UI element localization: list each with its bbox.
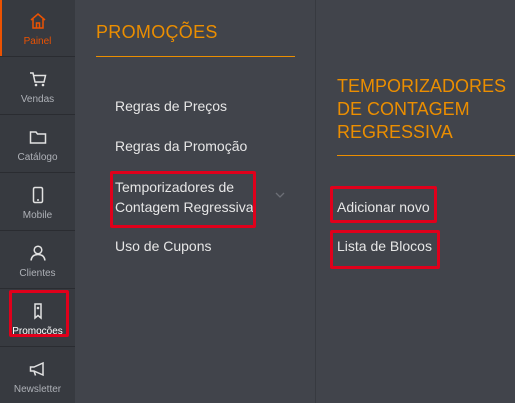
- sidebar-item-label: Newsletter: [13, 384, 62, 395]
- menu-item-coupon-usage[interactable]: Uso de Cupons: [115, 236, 212, 256]
- cart-icon: [29, 72, 46, 87]
- sidebar-item-label: Mobile: [22, 210, 53, 221]
- panel-title: PROMOÇÕES: [96, 22, 218, 42]
- sidebar-item-newsletter[interactable]: Newsletter: [0, 348, 75, 403]
- highlight-box: [330, 186, 437, 223]
- highlight-box: [330, 230, 440, 269]
- sidebar-item-label: Painel: [23, 36, 52, 47]
- highlight-box: [110, 171, 256, 228]
- home-icon: [30, 13, 45, 29]
- sidebar-item-label: Vendas: [20, 94, 55, 105]
- chevron-down-icon: [275, 192, 285, 198]
- sidebar-item-catalog[interactable]: Catálogo: [0, 116, 75, 173]
- sidebar-item-sales[interactable]: Vendas: [0, 58, 75, 115]
- submenu-title: TEMPORIZADORES DE CONTAGEM REGRESSIVA: [337, 75, 515, 144]
- megaphone-icon: [29, 361, 44, 377]
- submenu-title-line: REGRESSIVA: [337, 122, 453, 142]
- menu-item-cart-rules[interactable]: Regras da Promoção: [115, 136, 247, 156]
- menu-item-price-rules[interactable]: Regras de Preços: [115, 96, 227, 116]
- sidebar-item-label: Catálogo: [17, 152, 58, 163]
- submenu-title-line: DE CONTAGEM: [337, 99, 470, 119]
- mobile-icon: [32, 186, 43, 204]
- highlight-box: [9, 290, 69, 337]
- sidebar-item-mobile[interactable]: Mobile: [0, 174, 75, 231]
- submenu-divider: [337, 155, 515, 156]
- sidebar-item-dashboard[interactable]: Painel: [0, 0, 75, 57]
- folder-icon: [29, 131, 46, 144]
- submenu-title-line: TEMPORIZADORES: [337, 76, 507, 96]
- user-icon: [29, 245, 46, 261]
- sidebar-item-customers[interactable]: Clientes: [0, 232, 75, 289]
- sidebar-item-label: Clientes: [19, 268, 56, 279]
- panel-divider: [96, 56, 295, 57]
- admin-sidebar: Painel Vendas Catálogo Mobile Clientes P…: [0, 0, 75, 403]
